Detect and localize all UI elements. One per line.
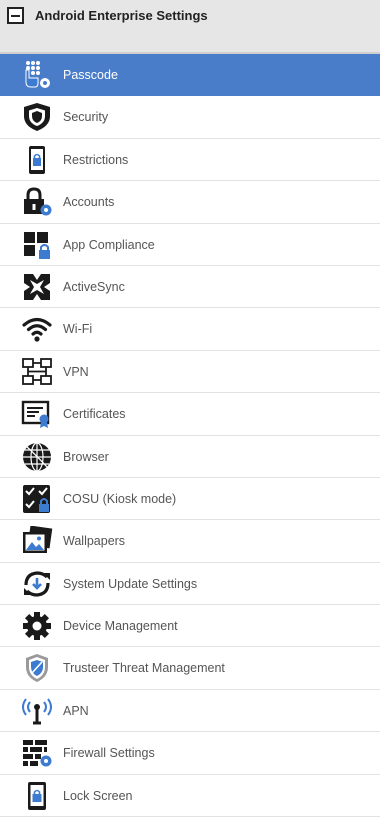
- menu-item-label: ActiveSync: [63, 279, 125, 294]
- menu-item-firewall[interactable]: Firewall Settings: [0, 732, 380, 775]
- shield-icon: [21, 102, 53, 132]
- menu-item-label: Certificates: [63, 407, 126, 422]
- activesync-icon: [21, 272, 53, 302]
- menu-item-label: Device Management: [63, 619, 178, 634]
- passcode-icon: [21, 60, 53, 90]
- menu-item-cosu[interactable]: COSU (Kiosk mode): [0, 478, 380, 521]
- menu-item-label: Trusteer Threat Management: [63, 661, 225, 676]
- menu-item-browser[interactable]: Browser: [0, 436, 380, 478]
- trusteer-shield-icon: [21, 653, 53, 683]
- menu-item-passcode[interactable]: Passcode: [0, 54, 380, 97]
- menu-item-label: Firewall Settings: [63, 746, 155, 761]
- menu-item-label: Browser: [63, 449, 109, 464]
- menu-item-label: Wallpapers: [63, 534, 126, 549]
- menu-item-label: Accounts: [63, 195, 115, 210]
- antenna-icon: [21, 696, 53, 726]
- menu-item-label: Restrictions: [63, 152, 129, 167]
- menu-item-activesync[interactable]: ActiveSync: [0, 266, 380, 309]
- menu-item-apn[interactable]: APN: [0, 690, 380, 733]
- menu-item-wifi[interactable]: Wi-Fi: [0, 308, 380, 351]
- menu-item-security[interactable]: Security: [0, 96, 380, 139]
- firewall-icon: [21, 738, 53, 768]
- menu-item-label: COSU (Kiosk mode): [63, 491, 177, 506]
- menu-item-lock-screen[interactable]: Lock Screen: [0, 775, 380, 818]
- menu-item-label: Lock Screen: [63, 788, 133, 803]
- lock-gear-icon: [21, 187, 53, 217]
- menu-item-label: Passcode: [63, 68, 118, 82]
- phone-lock-icon: [21, 145, 53, 175]
- certificate-icon: [21, 399, 53, 429]
- menu-item-trusteer[interactable]: Trusteer Threat Management: [0, 647, 380, 690]
- menu-item-label: App Compliance: [63, 237, 155, 252]
- menu-item-wallpapers[interactable]: Wallpapers: [0, 520, 380, 563]
- menu-item-certificates[interactable]: Certificates: [0, 393, 380, 436]
- sync-icon: [21, 569, 53, 599]
- menu-item-accounts[interactable]: Accounts: [0, 181, 380, 224]
- menu-item-device-management[interactable]: Device Management: [0, 605, 380, 648]
- menu-item-vpn[interactable]: VPN: [0, 351, 380, 394]
- menu-item-label: Security: [63, 110, 109, 125]
- menu-item-label: Wi-Fi: [63, 322, 93, 337]
- menu-item-restrictions[interactable]: Restrictions: [0, 139, 380, 182]
- wifi-icon: [21, 314, 53, 344]
- menu-item-label: System Update Settings: [63, 576, 198, 591]
- menu-item-label: VPN: [63, 364, 89, 379]
- collapse-icon[interactable]: [7, 7, 24, 24]
- gear-icon: [21, 611, 53, 641]
- menu-item-label: APN: [63, 703, 89, 718]
- section-title: Android Enterprise Settings: [35, 8, 208, 23]
- wallpaper-icon: [21, 526, 53, 556]
- app-grid-lock-icon: [21, 230, 53, 260]
- network-icon: [21, 357, 53, 387]
- globe-icon: [21, 441, 53, 472]
- menu-item-app-compliance[interactable]: App Compliance: [0, 224, 380, 266]
- lock-screen-icon: [21, 781, 53, 811]
- menu-item-system-update[interactable]: System Update Settings: [0, 563, 380, 606]
- section-header: Android Enterprise Settings: [0, 0, 380, 54]
- kiosk-icon: [21, 484, 53, 514]
- settings-menu: Passcode Security Restrictions Accounts …: [0, 54, 380, 818]
